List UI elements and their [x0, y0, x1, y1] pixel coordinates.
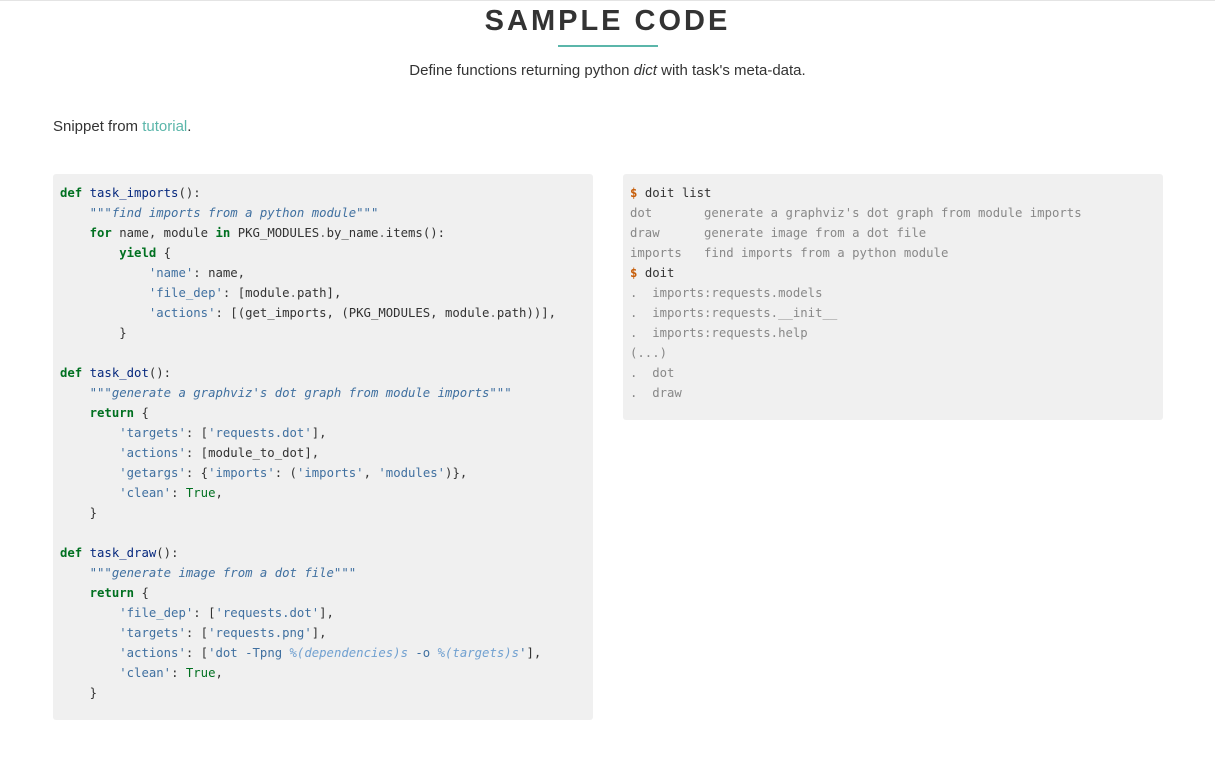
shell-output-block: $ doit list dot generate a graphviz's dot… — [623, 174, 1163, 420]
page-title: SAMPLE CODE — [484, 5, 731, 37]
title-underline — [558, 45, 658, 47]
code-line: yield { — [119, 246, 172, 260]
snippet-suffix: . — [187, 118, 192, 135]
code-line: 'file_dep': [module.path], — [148, 286, 342, 300]
shell-output-line: . imports:requests.__init__ — [630, 306, 838, 320]
code-line: def task_imports(): — [60, 186, 201, 200]
top-divider — [0, 0, 1215, 1]
code-line: } — [60, 506, 98, 520]
shell-command-line: $ doit — [630, 266, 675, 280]
code-line: 'name': name, — [148, 266, 246, 280]
shell-output-line: (...) — [630, 346, 668, 360]
code-line: 'targets': ['requests.dot'], — [119, 426, 327, 440]
code-line: return { — [89, 586, 149, 600]
page-subtitle: Define functions returning python dict w… — [0, 61, 1215, 81]
shell-output-line: . dot — [630, 366, 675, 380]
code-line: for name, module in PKG_MODULES.by_name.… — [89, 226, 446, 240]
shell-command-line: $ doit list — [630, 186, 712, 200]
code-line: 'actions': [module_to_dot], — [119, 446, 320, 460]
shell-output-line: draw generate image from a dot file — [630, 226, 927, 240]
prompt-symbol: $ — [630, 266, 638, 280]
code-line: return { — [89, 406, 149, 420]
code-line: 'actions': ['dot -Tpng %(dependencies)s … — [119, 646, 542, 660]
tutorial-link[interactable]: tutorial — [142, 118, 187, 135]
shell-output-line: . imports:requests.help — [630, 326, 808, 340]
code-line: def task_draw(): — [60, 546, 179, 560]
prompt-symbol: $ — [630, 186, 638, 200]
subtitle-emphasis: dict — [633, 62, 657, 79]
code-line: """generate image from a dot file""" — [89, 566, 357, 580]
code-line: } — [60, 686, 98, 700]
code-line: 'getargs': {'imports': ('imports', 'modu… — [119, 466, 468, 480]
code-line: 'clean': True, — [119, 666, 223, 680]
code-line: 'targets': ['requests.png'], — [119, 626, 327, 640]
code-line: 'clean': True, — [119, 486, 223, 500]
subtitle-text-before: Define functions returning python — [409, 62, 634, 79]
subtitle-text-after: with task's meta-data. — [656, 62, 806, 79]
code-line: 'actions': [(get_imports, (PKG_MODULES, … — [148, 306, 557, 320]
snippet-source: Snippet from tutorial. — [53, 117, 191, 137]
shell-output-line: dot generate a graphviz's dot graph from… — [630, 206, 1082, 220]
code-line: """generate a graphviz's dot graph from … — [89, 386, 512, 400]
shell-output-line: . imports:requests.models — [630, 286, 823, 300]
code-line: } — [60, 326, 127, 340]
shell-output-line: imports find imports from a python modul… — [630, 246, 949, 260]
code-line: def task_dot(): — [60, 366, 172, 380]
code-line: """find imports from a python module""" — [89, 206, 379, 220]
code-line: 'file_dep': ['requests.dot'], — [119, 606, 334, 620]
shell-output-line: . draw — [630, 386, 682, 400]
python-code-block: def task_imports(): """find imports from… — [53, 174, 593, 720]
snippet-prefix: Snippet from — [53, 118, 143, 135]
